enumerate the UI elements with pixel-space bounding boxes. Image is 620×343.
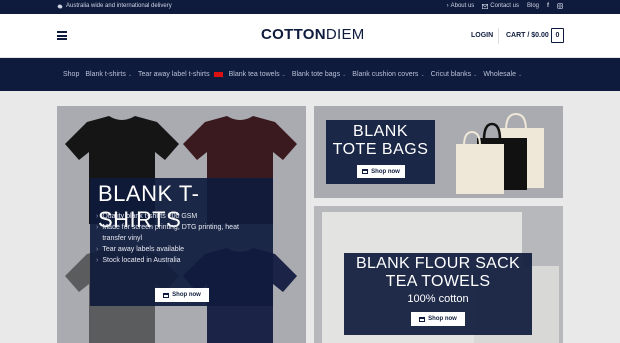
totes-promo-panel[interactable]: BLANK TOTE BAGS Shop now	[314, 106, 563, 198]
chevron-down-icon: ⌄	[518, 71, 523, 78]
nav-label: Shop	[63, 71, 80, 78]
about-us-link[interactable]: › About us	[447, 3, 475, 9]
nav-item-blank-tote-bags[interactable]: Blank tote bags ⌄	[292, 71, 346, 78]
nav-label: Blank cushion covers	[352, 71, 419, 78]
nav-label: Blank tote bags	[291, 71, 341, 78]
nav-label: Blank t-shirts	[85, 71, 126, 78]
contact-us-label: Contact us	[490, 3, 519, 9]
towels-promo-title-line2: TEA TOWELS	[385, 273, 491, 290]
towels-promo-box: BLANK FLOUR SACK TEA TOWELS 100% cotton …	[344, 253, 532, 335]
top-bar: Australia wide and international deliver…	[0, 0, 620, 14]
list-item: › Quality blank t-shirts 200 GSM	[96, 213, 198, 220]
instagram-icon[interactable]	[557, 3, 563, 9]
login-link[interactable]: LOGIN	[471, 32, 493, 39]
chevron-right-icon: ›	[446, 3, 449, 9]
nav-label: Tear away label t-shirts	[138, 71, 210, 78]
delivery-text: Australia wide and international deliver…	[66, 3, 172, 9]
cart-link[interactable]: CART / $0.00	[506, 32, 549, 39]
list-item: › Stock located in Australia	[96, 257, 181, 264]
tshirts-shop-now-button[interactable]: Shop now	[155, 288, 209, 302]
mail-icon	[482, 3, 489, 9]
nav-item-blank-tea-towels[interactable]: Blank tea towels ⌄	[229, 71, 286, 78]
tote-bags-image	[456, 112, 544, 194]
totes-promo-title-line2: TOTE BAGS	[332, 141, 429, 158]
shop-now-label: Shop now	[428, 316, 457, 322]
nav-item-wholesale[interactable]: Wholesale ⌄	[483, 71, 522, 78]
nav-item-blank-cushion-covers[interactable]: Blank cushion covers ⌄	[352, 71, 424, 78]
site-logo[interactable]: COTTON DIEM	[261, 26, 365, 43]
towels-promo-panel[interactable]: BLANK FLOUR SACK TEA TOWELS 100% cotton …	[314, 206, 563, 343]
cart-count-badge[interactable]: 0	[551, 28, 564, 43]
towels-promo-subtitle: 100% cotton	[407, 293, 469, 305]
about-us-label: About us	[450, 3, 475, 9]
shop-now-label: Shop now	[371, 168, 400, 175]
blog-label: Blog	[526, 3, 539, 9]
chevron-down-icon: ⌄	[342, 71, 347, 78]
totes-promo-title-line1: BLANK	[353, 123, 408, 140]
main-nav: Shop Blank t-shirts ⌄ Tear away label t-s…	[0, 58, 620, 91]
nav-label: Wholesale	[483, 71, 516, 78]
totes-promo-box: BLANK TOTE BAGS Shop now	[326, 120, 435, 184]
list-item: ›transfer vinyl	[102, 235, 143, 242]
delivery-info: Australia wide and international deliver…	[57, 3, 172, 9]
tshirts-promo-panel[interactable]: BLANK T-SHIRTS › Quality blank t-shirts 2…	[57, 106, 306, 343]
cart-icon	[163, 292, 170, 298]
top-links: › About us Contact us Blog f	[447, 3, 563, 9]
towels-promo-title-line1: BLANK FLOUR SACK	[356, 255, 520, 272]
cart-icon	[419, 316, 426, 322]
new-badge-icon	[213, 72, 223, 77]
tshirts-promo-box: BLANK T-SHIRTS › Quality blank t-shirts 2…	[90, 178, 273, 306]
chevron-down-icon: ⌄	[281, 71, 286, 78]
totes-shop-now-button[interactable]: Shop now	[357, 165, 405, 178]
logo-text-cotton: COTTON	[261, 26, 326, 43]
nav-item-blank-t-shirts[interactable]: Blank t-shirts ⌄	[85, 71, 132, 78]
chevron-down-icon: ⌄	[420, 71, 425, 78]
contact-us-link[interactable]: Contact us	[482, 3, 519, 9]
chevron-down-icon: ⌄	[127, 71, 133, 78]
australia-map-icon	[57, 4, 63, 8]
towels-shop-now-button[interactable]: Shop now	[411, 312, 465, 326]
header-divider	[498, 28, 499, 44]
shop-now-label: Shop now	[172, 292, 201, 298]
tshirts-feature-list: › Quality blank t-shirts 200 GSM › Made fo…	[96, 211, 239, 266]
cart-icon	[362, 169, 369, 174]
nav-item-tear-away-label-t-shirts[interactable]: Tear away label t-shirts	[138, 71, 223, 78]
chevron-down-icon: ⌄	[473, 71, 478, 78]
menu-icon[interactable]	[57, 31, 67, 40]
facebook-icon[interactable]: f	[547, 3, 549, 9]
list-item: › Made for screen printing, DTG printing,…	[96, 224, 239, 231]
nav-item-shop[interactable]: Shop	[63, 71, 79, 78]
logo-text-diem: DIEM	[325, 26, 365, 43]
nav-item-cricut-blanks[interactable]: Cricut blanks ⌄	[431, 71, 478, 78]
site-header: COTTON DIEM LOGIN CART / $0.00 0	[0, 14, 620, 58]
nav-label: Blank tea towels	[228, 71, 280, 78]
list-item: › Tear away labels available	[96, 246, 185, 253]
blog-link[interactable]: Blog	[527, 3, 539, 9]
nav-label: Cricut blanks	[430, 71, 472, 78]
